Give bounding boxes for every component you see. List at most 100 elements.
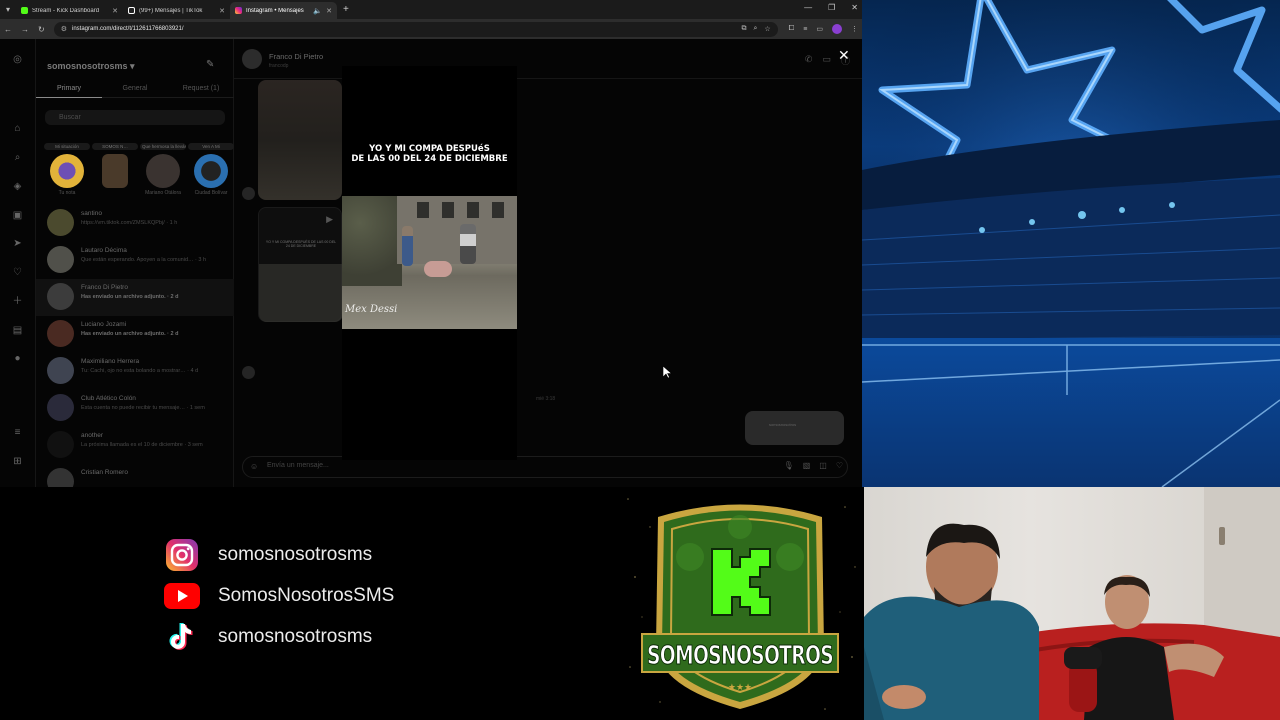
video-tree (342, 196, 402, 286)
close-window-icon[interactable]: ✕ (851, 3, 858, 12)
note-item[interactable]: SOMOS N… (92, 143, 138, 190)
reload-icon[interactable]: ↻ (38, 25, 45, 34)
video-call-icon[interactable]: ▭ (822, 54, 831, 67)
kick-favicon-icon (21, 7, 28, 14)
inbox-username[interactable]: somosnosotrosms ▾ (47, 61, 135, 72)
tab-kick-dashboard[interactable]: Stream - Kick Dashboard ✕ (16, 2, 123, 19)
heart-icon[interactable]: ♡ (836, 461, 843, 470)
list-item[interactable]: Lautaro Décima Que están esperando. Apoye… (36, 242, 234, 279)
create-icon[interactable]: ＋ (11, 295, 24, 308)
extensions-icon[interactable]: ⧠ (789, 25, 795, 33)
reel-video-player[interactable]: YO Y MI COMPA DESPUéS DE LAS 00 DEL 24 D… (342, 66, 517, 460)
avatar (47, 431, 74, 458)
dashboard-icon[interactable]: ▤ (11, 324, 24, 337)
list-item[interactable]: Maximiliano Herrera Tu: Cachi, ojo no est… (36, 353, 234, 390)
list-item[interactable]: Cristian Romero (36, 464, 234, 487)
minimize-icon[interactable]: — (804, 3, 812, 12)
note-item[interactable]: Ven A Mi Ciudad Bolívar (188, 143, 234, 196)
channel-logo-area: SOMOSNOSOTROS ★★★ (620, 487, 864, 720)
bookmark-star-icon[interactable]: ☆ (764, 25, 770, 33)
sticker-icon[interactable]: ◫ (819, 461, 827, 470)
notes-row: Mi situación Tu nota SOMOS N… Que hermos… (44, 143, 234, 203)
address-bar[interactable]: ⚙ instagram.com/direct/t/112611766803921… (53, 21, 778, 37)
search-icon[interactable]: ⌕ (11, 151, 24, 164)
home-icon[interactable]: ⌂ (11, 122, 24, 135)
avatar (47, 283, 74, 310)
note-bubble: Ven A Mi (188, 143, 234, 150)
message-placeholder: Envía un mensaje... (267, 462, 329, 469)
reel-preview-image (259, 264, 343, 322)
note-item[interactable]: Mi situación Tu nota (44, 143, 90, 196)
tab-instagram[interactable]: Instagram • Mensajes 🔈 ✕ (230, 2, 337, 19)
stadium-illustration (862, 0, 1280, 487)
tab-close-icon[interactable]: ✕ (112, 7, 118, 15)
youtube-handle: SomosNosotrosSMS (218, 585, 395, 606)
tab-close-icon[interactable]: ✕ (326, 7, 332, 15)
crest-stars: ★★★ (728, 683, 752, 693)
profile-icon[interactable]: ● (11, 352, 24, 365)
thread-preview: https://vm.tiktok.com/ZMSLKQPbj/ · 1 h (81, 220, 178, 226)
also-from-meta-icon[interactable]: ⊞ (11, 455, 24, 468)
webcam-feed (864, 487, 1280, 720)
thread-name: Lautaro Décima (81, 247, 127, 254)
video-person (460, 224, 476, 264)
tab-tiktok[interactable]: (99+) Mensajes | TikTok ✕ (123, 2, 230, 19)
avatar (47, 468, 74, 487)
chat-name[interactable]: Franco Di Pietro (269, 52, 323, 61)
list-item[interactable]: Luciano Jozami Has enviado un archivo adj… (36, 316, 234, 353)
explore-icon[interactable]: ◈ (11, 180, 24, 193)
tab-general[interactable]: General (102, 85, 168, 98)
avatar (47, 357, 74, 384)
avatar (242, 187, 255, 200)
list-item[interactable]: Club Atlético Colón Esta cuenta no puede … (36, 390, 234, 427)
maximize-icon[interactable]: ❐ (828, 3, 835, 12)
reels-icon[interactable]: ▣ (11, 209, 24, 222)
shared-reel-thumbnail[interactable] (258, 80, 342, 200)
back-icon[interactable]: ← (4, 25, 12, 34)
video-pig (424, 261, 452, 277)
forward-icon[interactable]: → (21, 25, 29, 34)
avatar (102, 154, 128, 188)
zoom-icon[interactable]: ⌕ (753, 25, 757, 33)
phone-icon[interactable]: ✆ (805, 54, 813, 67)
tab-label: Stream - Kick Dashboard (32, 7, 100, 14)
messages-icon[interactable]: ➤ (11, 237, 24, 250)
notifications-icon[interactable]: ♡ (11, 266, 24, 279)
list-item[interactable]: santino https://vm.tiktok.com/ZMSLKQPbj/ … (36, 205, 234, 242)
avatar[interactable] (242, 49, 262, 69)
extensions: ⧠ ≡ ▭ ⋮ (789, 24, 858, 34)
list-item[interactable]: another La próxima llamada es el 10 de di… (36, 427, 234, 464)
emoji-icon[interactable]: ☺ (250, 462, 258, 471)
close-viewer-icon[interactable]: ✕ (838, 47, 850, 64)
thread-preview: Has enviado un archivo adjunto. · 2 d (81, 331, 179, 337)
message-input[interactable]: ☺ Envía un mensaje... 🎙 ▧ ◫ ♡ (242, 456, 848, 478)
tab-close-icon[interactable]: ✕ (219, 7, 225, 15)
social-youtube: SomosNosotrosSMS (164, 578, 394, 614)
inbox-search-input[interactable]: Buscar (45, 110, 225, 125)
microphone-icon[interactable]: 🎙 (784, 461, 794, 470)
more-menu-icon[interactable]: ≡ (11, 426, 24, 439)
instagram-logo-icon[interactable]: ◎ (11, 53, 24, 66)
thread-list: santino https://vm.tiktok.com/ZMSLKQPbj/ … (36, 205, 234, 487)
media-icon[interactable]: ≡ (803, 26, 807, 33)
new-tab-button[interactable]: + (343, 4, 349, 15)
shared-reel-card[interactable]: ▶ YO Y MI COMPA DESPUÉS DE LAS 00 DEL 24… (258, 207, 343, 322)
note-item[interactable]: Que hermosa la llevás Mariano Otálora (140, 143, 186, 196)
site-info-icon[interactable]: ⚙ (61, 25, 67, 33)
list-item[interactable]: Franco Di Pietro Has enviado un archivo a… (36, 279, 234, 316)
inbox-panel: somosnosotrosms ▾ ✎ Primary General Requ… (36, 39, 234, 487)
tab-search-icon[interactable]: ▾ (0, 0, 16, 19)
sent-message-bubble[interactable]: somosnosotros (745, 411, 844, 445)
video-building (397, 196, 517, 264)
install-icon[interactable]: ⧉ (741, 25, 746, 33)
thread-name: Luciano Jozami (81, 321, 127, 328)
stadium-background (862, 0, 1280, 487)
tab-requests[interactable]: Request (1) (168, 85, 234, 98)
tab-primary[interactable]: Primary (36, 85, 102, 98)
compose-icon[interactable]: ✎ (206, 59, 214, 70)
profile-avatar[interactable] (832, 24, 842, 34)
speaker-icon[interactable]: 🔈 (313, 7, 322, 15)
menu-kebab-icon[interactable]: ⋮ (851, 25, 858, 33)
split-icon[interactable]: ▭ (816, 25, 823, 33)
image-icon[interactable]: ▧ (803, 461, 811, 470)
